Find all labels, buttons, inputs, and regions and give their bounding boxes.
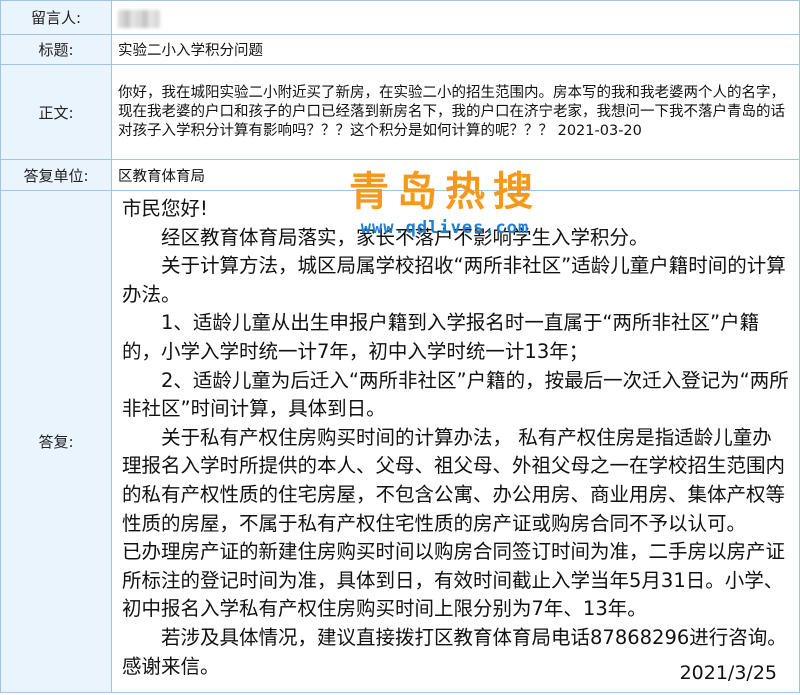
reply-paragraph: 2、适龄儿童为后迁入“两所非社区”户籍的，按最后一次迁入登记为“两所非社区”时间… (122, 368, 789, 421)
message-body-cell: 你好，我在城阳实验二小附近买了新房，在实验二小的招生范围内。房本写的我和我老婆两… (111, 64, 800, 160)
reply-cell: 市民您好! 经区教育体育局落实，家长不落户不影响学生入学积分。 关于计算方法，城… (111, 190, 800, 693)
department-label: 答复单位: (0, 159, 112, 191)
reply-date: 2021/3/25 (679, 662, 777, 685)
reply-label: 答复: (0, 190, 112, 693)
message-table: 留言人: 标题: 实验二小入学积分问题 正文: 你好，我在城阳实验二小附近买了新… (0, 0, 800, 693)
row-title: 标题: 实验二小入学积分问题 (0, 34, 800, 65)
title-label: 标题: (0, 34, 112, 65)
author-value (111, 0, 800, 35)
author-label: 留言人: (0, 0, 112, 35)
row-reply: 答复: 市民您好! 经区教育体育局落实，家长不落户不影响学生入学积分。 关于计算… (0, 190, 800, 693)
message-title: 实验二小入学积分问题 (111, 34, 800, 65)
author-name-blurred (118, 9, 160, 28)
message-body: 你好，我在城阳实验二小附近买了新房，在实验二小的招生范围内。房本写的我和我老婆两… (118, 84, 785, 139)
reply-greeting: 市民您好! (122, 197, 208, 220)
reply-paragraph: 关于私有产权住房购买时间的计算办法， 私有产权住房是指适龄儿童办理报名入学时所提… (122, 425, 786, 535)
row-department: 答复单位: 区教育体育局 (0, 159, 800, 191)
reply-content: 市民您好! 经区教育体育局落实，家长不落户不影响学生入学积分。 关于计算方法，城… (112, 191, 799, 692)
row-body: 正文: 你好，我在城阳实验二小附近买了新房，在实验二小的招生范围内。房本写的我和… (0, 64, 800, 160)
reply-paragraph: 关于计算方法，城区局属学校招收“两所非社区”适龄儿童户籍时间的计算办法。 (122, 254, 786, 306)
reply-paragraph: 经区教育体育局落实，家长不落户不影响学生入学积分。 (161, 225, 649, 249)
reply-paragraph-unindented: 已办理房产证的新建住房购买时间以购房合同签订时间为准，二手房以房产证所标注的登记… (122, 540, 786, 621)
body-label: 正文: (0, 64, 112, 160)
reply-paragraph: 1、适龄儿童从出生申报户籍到入学报名时一直属于“两所非社区”户籍的，小学入学时统… (122, 311, 760, 363)
department-value: 区教育体育局 (111, 159, 800, 191)
reply-closing: 若涉及具体情况，建议直接拨打区教育体育局电话87868296进行咨询。 (161, 625, 787, 649)
row-author: 留言人: (0, 0, 800, 35)
